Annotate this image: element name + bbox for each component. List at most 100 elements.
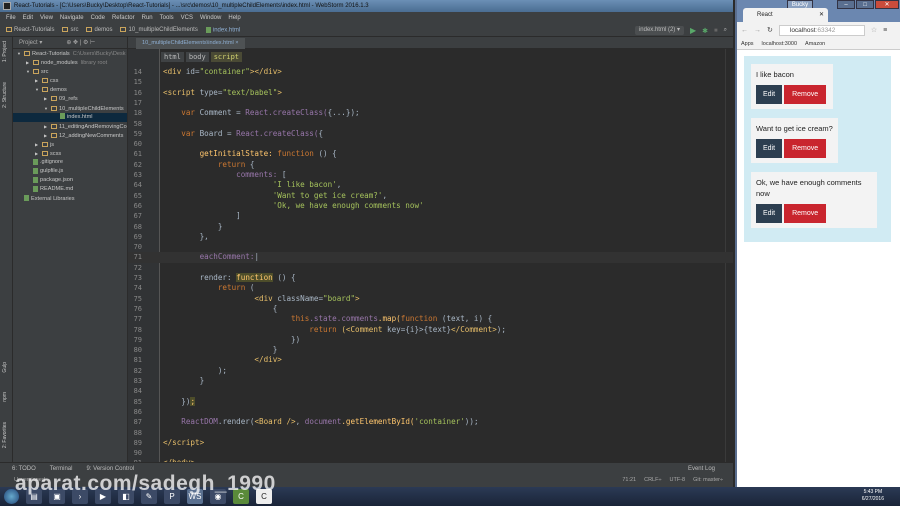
menu-icon[interactable]: ≡: [883, 27, 887, 34]
code-line[interactable]: 85 });: [128, 396, 733, 407]
code-line[interactable]: 76 {: [128, 304, 733, 314]
edit-button[interactable]: Edit: [756, 85, 783, 104]
bookmark-localhost3000[interactable]: localhost:3000: [762, 38, 797, 49]
file-encoding[interactable]: UTF-8: [669, 474, 685, 487]
npm-tool-button[interactable]: npm: [2, 392, 8, 402]
code-line[interactable]: 71 eachComment:|: [128, 252, 733, 263]
menu-item-code[interactable]: Code: [91, 12, 105, 24]
code-line[interactable]: 79 }): [128, 335, 733, 345]
code-line[interactable]: 80 }: [128, 345, 733, 355]
back-icon[interactable]: ←: [741, 27, 748, 34]
code-line[interactable]: 64 'I like bacon',: [128, 180, 733, 190]
remove-button[interactable]: Remove: [784, 139, 827, 158]
system-clock[interactable]: 5:43 PM 6/27/2016: [862, 489, 884, 503]
code-line[interactable]: 58: [128, 119, 733, 129]
reload-icon[interactable]: ↻: [767, 26, 773, 34]
collapsed-arrow-icon[interactable]: ▶: [44, 131, 51, 140]
line-separator[interactable]: CRLF÷: [644, 474, 661, 487]
favorites-tool-button[interactable]: 2: Favorites: [2, 422, 8, 448]
nav-crumb[interactable]: src: [62, 26, 78, 34]
code-line[interactable]: 59 var Board = React.createClass({: [128, 129, 733, 139]
git-branch[interactable]: Git: master÷: [693, 474, 723, 487]
run-config-select[interactable]: index.html (2) ▾: [634, 26, 684, 35]
tree-item[interactable]: index.html: [13, 112, 127, 122]
remove-button[interactable]: Remove: [784, 204, 827, 223]
menu-item-help[interactable]: Help: [228, 12, 240, 24]
code-line[interactable]: 14 <div id="container"></div>: [128, 67, 733, 77]
menu-item-edit[interactable]: Edit: [23, 12, 33, 24]
collapsed-arrow-icon[interactable]: ▶: [26, 58, 33, 67]
tree-item[interactable]: ▶ scss: [13, 149, 127, 158]
tree-item[interactable]: ▼ src: [13, 67, 127, 76]
expanded-arrow-icon[interactable]: ▼: [35, 85, 42, 94]
forward-icon[interactable]: →: [754, 27, 761, 34]
tree-item[interactable]: ▼ demos: [13, 85, 127, 94]
close-button[interactable]: ✕: [875, 0, 899, 9]
collapsed-arrow-icon[interactable]: ▶: [35, 76, 42, 85]
breadcrumb-script[interactable]: script: [210, 52, 243, 62]
code-line[interactable]: 87 ReactDOM.render(<Board />, document.g…: [128, 417, 733, 427]
menu-item-file[interactable]: File: [6, 12, 16, 24]
tree-item[interactable]: .gitignore: [13, 158, 127, 167]
code-line[interactable]: 18 var Comment = React.createClass({...}…: [128, 108, 733, 118]
code-line[interactable]: 68 }: [128, 222, 733, 232]
expanded-arrow-icon[interactable]: ▼: [44, 104, 51, 113]
tab-index-html[interactable]: 10_multipleChildElements\index.html ×: [136, 38, 245, 49]
tree-item[interactable]: ▶ 09_refs: [13, 94, 127, 103]
maximize-button[interactable]: □: [856, 0, 874, 9]
url-input[interactable]: localhost:63342: [778, 24, 865, 36]
tree-item[interactable]: ▼ React-Tutorials C:\Users\Bucky\Desk: [13, 49, 127, 58]
menu-item-refactor[interactable]: Refactor: [112, 12, 135, 24]
code-editor[interactable]: 14 <div id="container"></div> 15 16 <script …: [128, 49, 733, 462]
code-line[interactable]: 82 );: [128, 366, 733, 376]
menu-item-vcs[interactable]: VCS: [181, 12, 193, 24]
code-line[interactable]: 60: [128, 139, 733, 149]
collapsed-arrow-icon[interactable]: ▶: [35, 149, 42, 158]
menu-item-run[interactable]: Run: [142, 12, 153, 24]
menu-item-navigate[interactable]: Navigate: [60, 12, 84, 24]
tree-item[interactable]: ▶ css: [13, 76, 127, 85]
menu-item-tools[interactable]: Tools: [160, 12, 174, 24]
collapsed-arrow-icon[interactable]: ▶: [44, 94, 51, 103]
edit-button[interactable]: Edit: [756, 139, 783, 158]
code-line[interactable]: 69 },: [128, 232, 733, 242]
code-line[interactable]: 90: [128, 448, 733, 458]
code-line[interactable]: 89 </script>: [128, 438, 733, 448]
collapsed-arrow-icon[interactable]: ▶: [35, 140, 42, 149]
menu-item-window[interactable]: Window: [200, 12, 221, 24]
breadcrumb-html[interactable]: html: [161, 52, 184, 62]
menu-item-view[interactable]: View: [40, 12, 53, 24]
tree-item[interactable]: ▼ 10_multipleChildElements: [13, 104, 127, 113]
expanded-arrow-icon[interactable]: ▼: [26, 67, 33, 76]
nav-crumb[interactable]: demos: [86, 26, 112, 34]
code-line[interactable]: 81 </div>: [128, 355, 733, 365]
project-panel-icons[interactable]: ⊕ ✥ | ⚙ ⊢: [66, 37, 95, 48]
code-line[interactable]: 83 }: [128, 376, 733, 386]
bookmark-apps[interactable]: Apps: [741, 38, 754, 49]
code-line[interactable]: 88: [128, 428, 733, 438]
tree-item[interactable]: ▶ 11_editingAndRemovingComments: [13, 122, 127, 131]
code-line[interactable]: 63 comments: [: [128, 170, 733, 180]
code-line[interactable]: 74 return (: [128, 283, 733, 293]
breadcrumb-body[interactable]: body: [185, 52, 209, 62]
tree-item[interactable]: package.json: [13, 176, 127, 185]
project-tool-button[interactable]: 1: Project: [2, 41, 8, 62]
remove-button[interactable]: Remove: [784, 85, 827, 104]
run-icon[interactable]: ▶: [690, 26, 696, 35]
code-line[interactable]: 67 ]: [128, 211, 733, 221]
code-line[interactable]: 84: [128, 386, 733, 396]
gulp-tool-button[interactable]: Gulp: [2, 362, 8, 373]
tree-item[interactable]: External Libraries: [13, 195, 127, 204]
minimize-button[interactable]: –: [837, 0, 855, 9]
code-line[interactable]: 17: [128, 98, 733, 108]
nav-crumb[interactable]: React-Tutorials: [6, 26, 54, 34]
search-icon[interactable]: ⌕: [724, 27, 727, 34]
code-line[interactable]: 66 'Ok, we have enough comments now': [128, 201, 733, 211]
browser-tab[interactable]: React ✕: [743, 8, 828, 22]
tree-item[interactable]: gulpfile.js: [13, 167, 127, 176]
code-line[interactable]: 70: [128, 242, 733, 252]
nav-crumb[interactable]: 10_multipleChildElements: [120, 26, 198, 34]
tree-item[interactable]: ▶ js: [13, 140, 127, 149]
structure-tool-button[interactable]: 2: Structure: [2, 82, 8, 108]
code-line[interactable]: 77 this.state.comments.map(function (tex…: [128, 314, 733, 324]
